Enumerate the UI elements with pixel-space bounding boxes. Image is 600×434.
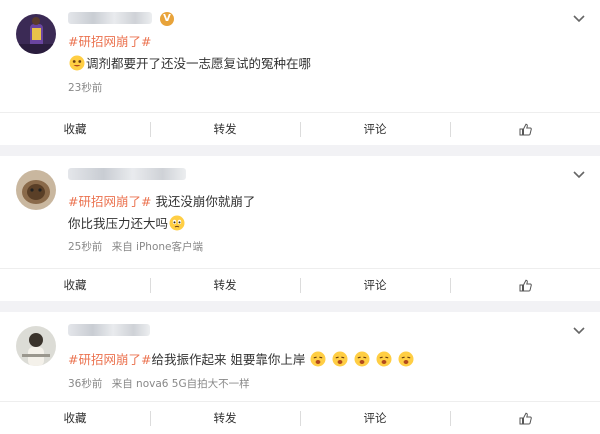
avatar-image — [16, 326, 56, 366]
repost-label: 转发 — [213, 411, 237, 425]
post-content: #研招网崩了# 我还没崩你就崩了 你比我压力还大吗 25秒前 来自 iPhone… — [0, 156, 600, 266]
topic-link[interactable]: #研招网崩了# — [68, 352, 151, 367]
post-content: #研招网崩了#给我振作起来 姐要靠你上岸 36秒前 来自 nova6 5G自拍大… — [0, 312, 600, 401]
post-meta: 36秒前 来自 nova6 5G自拍大不一样 — [68, 376, 250, 391]
collect-label: 收藏 — [63, 278, 87, 292]
post-actions: 收藏 转发 评论 — [0, 112, 600, 145]
post-source: 来自 iPhone客户端 — [111, 241, 203, 253]
post-body: 我还没崩你就崩了 — [151, 194, 256, 209]
post-text: #研招网崩了# — [68, 33, 151, 51]
avatar-image — [16, 170, 56, 210]
emoji-icon — [332, 351, 348, 367]
thumbs-up-icon — [519, 123, 532, 136]
topic-link[interactable]: #研招网崩了# — [68, 34, 151, 49]
post-text-line: 调剂都要开了还没一志愿复试的冤种在哪 — [68, 55, 311, 73]
collect-button[interactable]: 收藏 — [0, 402, 150, 434]
emoji-icon — [376, 351, 392, 367]
comment-label: 评论 — [363, 122, 387, 136]
collect-label: 收藏 — [63, 122, 87, 136]
post-body-line2: 你比我压力还大吗 — [68, 216, 169, 231]
repost-button[interactable]: 转发 — [150, 113, 300, 145]
comment-button[interactable]: 评论 — [300, 113, 450, 145]
post-text: #研招网崩了#给我振作起来 姐要靠你上岸 — [68, 351, 415, 369]
post-content: V #研招网崩了# 调剂都要开了还没一志愿复试的冤种在哪 23秒前 — [0, 0, 600, 110]
comment-label: 评论 — [363, 411, 387, 425]
post-meta: 23秒前 — [68, 80, 102, 95]
emoji-icon — [398, 351, 414, 367]
collect-button[interactable]: 收藏 — [0, 269, 150, 301]
repost-button[interactable]: 转发 — [150, 402, 300, 434]
username-blurred[interactable] — [68, 324, 150, 336]
avatar[interactable] — [16, 170, 56, 210]
post-actions: 收藏 转发 评论 — [0, 401, 600, 434]
collect-button[interactable]: 收藏 — [0, 113, 150, 145]
username-blurred[interactable] — [68, 12, 152, 24]
verified-badge-icon: V — [160, 12, 174, 26]
emoji-icon — [169, 215, 185, 231]
post-source: 来自 nova6 5G自拍大不一样 — [111, 378, 250, 390]
comment-button[interactable]: 评论 — [300, 402, 450, 434]
topic-link[interactable]: #研招网崩了# — [68, 194, 151, 209]
like-button[interactable] — [450, 113, 600, 145]
comment-label: 评论 — [363, 278, 387, 292]
post-time[interactable]: 36秒前 — [68, 378, 102, 390]
like-button[interactable] — [450, 402, 600, 434]
chevron-down-icon[interactable] — [572, 14, 586, 24]
post-meta: 25秒前 来自 iPhone客户端 — [68, 239, 203, 254]
thumbs-up-icon — [519, 279, 532, 292]
post-card: V #研招网崩了# 调剂都要开了还没一志愿复试的冤种在哪 23秒前 收藏 转发 … — [0, 0, 600, 145]
repost-label: 转发 — [213, 278, 237, 292]
avatar-image — [16, 14, 56, 54]
post-text: #研招网崩了# 我还没崩你就崩了 — [68, 193, 255, 211]
chevron-down-icon[interactable] — [572, 326, 586, 336]
emoji-row — [309, 351, 415, 367]
post-body: 调剂都要开了还没一志愿复试的冤种在哪 — [86, 56, 312, 71]
post-actions: 收藏 转发 评论 — [0, 268, 600, 301]
emoji-icon — [354, 351, 370, 367]
avatar[interactable] — [16, 14, 56, 54]
post-time[interactable]: 23秒前 — [68, 82, 102, 94]
repost-label: 转发 — [213, 122, 237, 136]
avatar[interactable] — [16, 326, 56, 366]
like-button[interactable] — [450, 269, 600, 301]
post-card: #研招网崩了# 我还没崩你就崩了 你比我压力还大吗 25秒前 来自 iPhone… — [0, 156, 600, 301]
post-body: 给我振作起来 姐要靠你上岸 — [151, 352, 306, 367]
repost-button[interactable]: 转发 — [150, 269, 300, 301]
post-card: #研招网崩了#给我振作起来 姐要靠你上岸 36秒前 来自 nova6 5G自拍大… — [0, 312, 600, 434]
weibo-feed: V #研招网崩了# 调剂都要开了还没一志愿复试的冤种在哪 23秒前 收藏 转发 … — [0, 0, 600, 434]
post-text-line: 你比我压力还大吗 — [68, 215, 186, 233]
emoji-icon — [69, 55, 85, 71]
username-blurred[interactable] — [68, 168, 186, 180]
comment-button[interactable]: 评论 — [300, 269, 450, 301]
chevron-down-icon[interactable] — [572, 170, 586, 180]
post-time[interactable]: 25秒前 — [68, 241, 102, 253]
emoji-icon — [310, 351, 326, 367]
thumbs-up-icon — [519, 412, 532, 425]
collect-label: 收藏 — [63, 411, 87, 425]
